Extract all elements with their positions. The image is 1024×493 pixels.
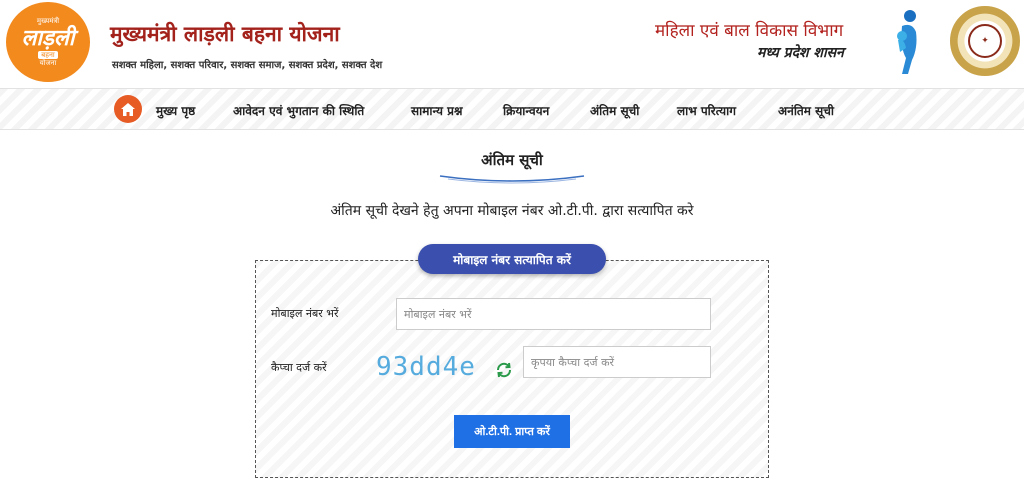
instruction-text: अंतिम सूची देखने हेतु अपना मोबाइल नंबर ओ… [330, 203, 694, 219]
title-underline [439, 175, 585, 184]
mobile-input[interactable] [396, 298, 711, 330]
home-button[interactable] [114, 95, 142, 123]
site-header: मुख्यमंत्री लाड़ली बहना योजना मुख्यमंत्र… [0, 0, 1024, 88]
department-name: महिला एवं बाल विकास विभाग [655, 21, 844, 41]
nav-item-faq[interactable]: सामान्य प्रश्न [411, 102, 463, 119]
get-otp-button[interactable]: ओ.टी.पी. प्राप्त करें [454, 415, 570, 448]
state-name: मध्य प्रदेश शासन [757, 45, 844, 61]
mother-child-icon [897, 10, 917, 74]
captcha-input[interactable] [523, 346, 711, 378]
nav-item-benefit-relinquish[interactable]: लाभ परित्याग [677, 102, 736, 119]
captcha-label: कैप्चा दर्ज करें [271, 361, 327, 374]
nav-item-home[interactable]: मुख्य पृष्ठ [156, 102, 195, 119]
mobile-label: मोबाइल नंबर भरें [271, 307, 339, 320]
page-title: अंतिम सूची [481, 151, 543, 169]
mp-government-emblem: ✦ [950, 6, 1020, 76]
logo-line4: योजना [39, 59, 57, 67]
logo-line1: मुख्यमंत्री [36, 17, 60, 25]
home-icon [121, 102, 135, 116]
emblem-center-icon: ✦ [968, 24, 1002, 58]
captcha-image: 93dd4e [376, 352, 476, 382]
scheme-logo[interactable]: मुख्यमंत्री लाड़ली बहना योजना [6, 2, 90, 82]
site-title: मुख्यमंत्री लाड़ली बहना योजना [110, 22, 340, 46]
refresh-captcha-icon[interactable] [495, 361, 513, 379]
logo-line3: बहना [38, 51, 58, 59]
nav-item-final-list[interactable]: अंतिम सूची [590, 102, 639, 119]
nav-item-application-status[interactable]: आवेदन एवं भुगतान की स्थिति [233, 102, 364, 119]
main-nav: मुख्य पृष्ठ आवेदन एवं भुगतान की स्थिति स… [0, 88, 1024, 130]
form-badge: मोबाइल नंबर सत्यापित करें [418, 244, 606, 274]
nav-item-implementation[interactable]: क्रियान्वयन [503, 102, 549, 119]
logo-line2: लाड़ली [21, 25, 75, 51]
nav-item-provisional-list[interactable]: अनंतिम सूची [778, 102, 834, 119]
site-tagline: सशक्त महिला, सशक्त परिवार, सशक्त समाज, स… [112, 60, 383, 71]
